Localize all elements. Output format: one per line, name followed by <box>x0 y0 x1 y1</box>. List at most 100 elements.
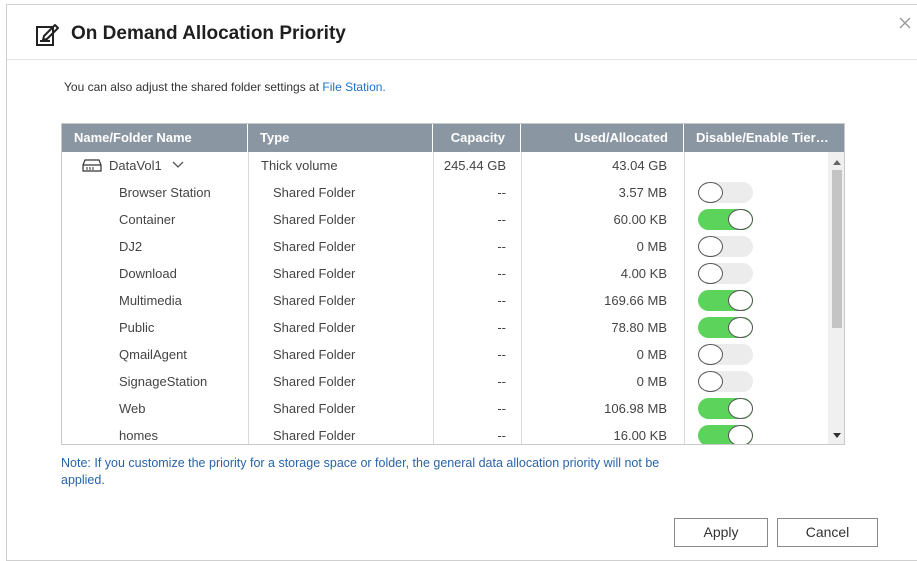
apply-button[interactable]: Apply <box>674 518 768 547</box>
folder-name: Web <box>119 401 146 416</box>
folder-type: Shared Folder <box>273 293 356 308</box>
allocation-table: Name/Folder Name Type Capacity Used/Allo… <box>61 123 845 445</box>
toggle-knob <box>698 236 723 257</box>
toggle-cell <box>698 422 758 444</box>
folder-capacity: -- <box>497 212 506 227</box>
folder-type: Shared Folder <box>273 212 356 227</box>
folder-name: Public <box>119 320 155 335</box>
vertical-scrollbar[interactable] <box>828 152 844 444</box>
folder-used: 0 MB <box>636 374 667 389</box>
column-header-tier[interactable]: Disable/Enable Tier… <box>684 124 844 152</box>
scroll-up-icon[interactable] <box>832 158 842 166</box>
toggle-knob <box>728 209 753 230</box>
toggle-knob <box>698 182 723 203</box>
toggle-knob <box>698 263 723 284</box>
folder-used: 0 MB <box>636 347 667 362</box>
toggle-cell <box>698 206 758 233</box>
folder-used: 16.00 KB <box>613 428 668 443</box>
table-row[interactable]: Multimedia Shared Folder -- 169.66 MB <box>62 287 828 314</box>
scroll-down-icon[interactable] <box>832 432 842 440</box>
folder-type: Shared Folder <box>273 428 356 443</box>
toggle-knob <box>728 398 753 419</box>
toggle-cell <box>698 260 758 287</box>
info-label: You can also adjust the shared folder se… <box>64 80 323 94</box>
dialog-title: On Demand Allocation Priority <box>71 23 346 44</box>
priority-note: Note: If you customize the priority for … <box>61 456 660 487</box>
tier-toggle[interactable] <box>698 344 753 365</box>
table-row[interactable]: homes Shared Folder -- 16.00 KB <box>62 422 828 444</box>
toggle-knob <box>728 290 753 311</box>
folder-name: QmailAgent <box>119 347 187 362</box>
close-icon[interactable] <box>897 15 913 31</box>
table-row[interactable]: Public Shared Folder -- 78.80 MB <box>62 314 828 341</box>
info-text: You can also adjust the shared folder se… <box>64 80 386 94</box>
column-header-name[interactable]: Name/Folder Name <box>62 124 248 152</box>
file-station-link[interactable]: File Station. <box>322 80 385 94</box>
folder-type: Shared Folder <box>273 347 356 362</box>
toggle-cell <box>698 395 758 422</box>
folder-used: 0 MB <box>636 239 667 254</box>
toggle-cell <box>698 341 758 368</box>
folder-capacity: -- <box>497 320 506 335</box>
volume-capacity: 245.44 GB <box>443 158 506 173</box>
folder-capacity: -- <box>497 401 506 416</box>
folder-capacity: -- <box>497 266 506 281</box>
folder-name: Browser Station <box>119 185 211 200</box>
toggle-knob <box>698 344 723 365</box>
folder-used: 4.00 KB <box>620 266 667 281</box>
tier-toggle[interactable] <box>698 236 753 257</box>
column-header-capacity[interactable]: Capacity <box>433 124 521 152</box>
tier-toggle[interactable] <box>698 371 753 392</box>
volume-icon <box>82 159 102 172</box>
table-header: Name/Folder Name Type Capacity Used/Allo… <box>62 124 844 152</box>
table-row[interactable]: DJ2 Shared Folder -- 0 MB <box>62 233 828 260</box>
volume-row[interactable]: DataVol1 Thick volume 245.44 GB 43.04 GB <box>62 152 828 179</box>
table-row[interactable]: Container Shared Folder -- 60.00 KB <box>62 206 828 233</box>
table-row[interactable]: Web Shared Folder -- 106.98 MB <box>62 395 828 422</box>
tier-toggle[interactable] <box>698 209 753 230</box>
tier-toggle[interactable] <box>698 182 753 203</box>
table-row[interactable]: QmailAgent Shared Folder -- 0 MB <box>62 341 828 368</box>
folder-name: Container <box>119 212 176 227</box>
chevron-down-icon[interactable] <box>172 161 184 169</box>
toggle-knob <box>698 371 723 392</box>
folder-capacity: -- <box>497 347 506 362</box>
tier-toggle[interactable] <box>698 290 753 311</box>
toggle-knob <box>728 317 753 338</box>
table-body: DataVol1 Thick volume 245.44 GB 43.04 GB… <box>62 152 828 444</box>
folder-name: SignageStation <box>119 374 208 389</box>
volume-type: Thick volume <box>261 158 338 173</box>
folder-used: 169.66 MB <box>604 293 667 308</box>
tier-toggle[interactable] <box>698 398 753 419</box>
edit-note-icon <box>36 24 59 46</box>
scrollbar-thumb[interactable] <box>832 170 842 328</box>
folder-capacity: -- <box>497 374 506 389</box>
toggle-cell <box>698 368 758 395</box>
folder-used: 60.00 KB <box>613 212 668 227</box>
table-row[interactable]: SignageStation Shared Folder -- 0 MB <box>62 368 828 395</box>
column-header-used[interactable]: Used/Allocated <box>521 124 684 152</box>
folder-used: 3.57 MB <box>618 185 667 200</box>
table-row[interactable]: Download Shared Folder -- 4.00 KB <box>62 260 828 287</box>
folder-type: Shared Folder <box>273 266 356 281</box>
column-header-type[interactable]: Type <box>248 124 433 152</box>
volume-name: DataVol1 <box>109 158 162 173</box>
tier-toggle[interactable] <box>698 425 753 444</box>
folder-capacity: -- <box>497 185 506 200</box>
folder-name: Multimedia <box>119 293 182 308</box>
toggle-cell <box>698 314 758 341</box>
folder-used: 106.98 MB <box>604 401 667 416</box>
folder-capacity: -- <box>497 428 506 443</box>
folder-name: Download <box>119 266 177 281</box>
folder-type: Shared Folder <box>273 374 356 389</box>
cancel-button[interactable]: Cancel <box>777 518 878 547</box>
folder-name: homes <box>119 428 159 443</box>
table-row[interactable]: Browser Station Shared Folder -- 3.57 MB <box>62 179 828 206</box>
tier-toggle[interactable] <box>698 317 753 338</box>
folder-used: 78.80 MB <box>611 320 667 335</box>
tier-toggle[interactable] <box>698 263 753 284</box>
toggle-cell <box>698 233 758 260</box>
folder-name: DJ2 <box>119 239 143 254</box>
dialog-header: On Demand Allocation Priority <box>7 5 917 60</box>
folder-capacity: -- <box>497 239 506 254</box>
